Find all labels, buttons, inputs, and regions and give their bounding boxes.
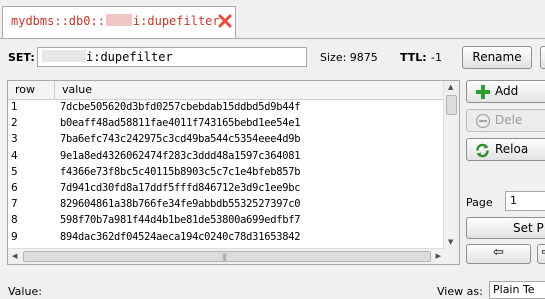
row-number-cell: 3 bbox=[11, 133, 18, 146]
reload-label: Reloa bbox=[495, 142, 529, 156]
grip-icon: ||| bbox=[222, 253, 227, 261]
value-cell[interactable]: 894dac362df04524aeca194c0240c78d31653842 bbox=[60, 231, 300, 243]
value-cell[interactable]: 7ba6efc743c242975c3cd49ba544c5354eee4d9b bbox=[60, 133, 300, 145]
row-number-cell: 7 bbox=[11, 198, 18, 211]
minus-circle-icon bbox=[475, 113, 491, 129]
row-number-cell: 6 bbox=[11, 182, 18, 194]
page-number-input[interactable]: 1 bbox=[505, 191, 545, 211]
key-name-field[interactable]: i:dupefilter bbox=[37, 47, 307, 67]
vertical-scrollbar[interactable]: ▲ ▼ bbox=[443, 81, 459, 249]
tab-bar: mydbms::db0:: i:dupefilter bbox=[0, 0, 545, 39]
view-as-select[interactable]: Plain Te bbox=[489, 281, 545, 299]
row-number-cell: 9 bbox=[11, 230, 18, 243]
tab-key-view[interactable]: mydbms::db0:: i:dupefilter bbox=[2, 6, 236, 38]
set-page-button[interactable]: Set P bbox=[466, 217, 545, 239]
reload-button[interactable]: Reloa bbox=[466, 138, 545, 161]
row-number-cell: 5 bbox=[11, 165, 18, 178]
column-header-row[interactable]: row bbox=[15, 83, 35, 96]
ttl-value: -1 bbox=[431, 51, 442, 64]
table-row[interactable]: 8 598f70b7a981f44d4b1be81de53800a699edfbf… bbox=[8, 213, 445, 229]
row-number-cell: 4 bbox=[11, 149, 18, 162]
key-size-text: Size: 9875 bbox=[320, 51, 378, 64]
table-row[interactable]: 6 7d941cd30fd8a17ddf5fffd846712e3d9c1ee9b… bbox=[8, 181, 445, 197]
arrow-right-icon: ⇨ bbox=[542, 245, 545, 260]
ttl-label: TTL: bbox=[400, 51, 427, 64]
table-row[interactable]: 9 894dac362df04524aeca194c0240c78d3165384… bbox=[8, 230, 445, 246]
scroll-right-arrow-icon[interactable]: ▶ bbox=[436, 253, 441, 260]
plus-icon bbox=[475, 84, 491, 100]
value-cell[interactable]: 598f70b7a981f44d4b1be81de53800a699edfbf7 bbox=[60, 214, 300, 226]
value-cell[interactable]: 7dcbe505620d3bfd0257cbebdab15ddbd5d9b44f bbox=[60, 101, 300, 113]
value-cell[interactable]: 7d941cd30fd8a17ddf5fffd846712e3d9c1ee9bc bbox=[60, 182, 300, 194]
tab-title: mydbms::db0:: i:dupefilter bbox=[11, 14, 220, 28]
ttl-button[interactable] bbox=[540, 46, 545, 69]
scroll-up-arrow-icon[interactable]: ▲ bbox=[448, 84, 453, 91]
table-row[interactable]: 5 f4366e73f8bc5c40115b8903c5c7c1e4bfeb857… bbox=[8, 165, 445, 181]
redacted-segment bbox=[42, 50, 86, 62]
vertical-scroll-thumb[interactable] bbox=[446, 95, 457, 115]
rename-button[interactable]: Rename bbox=[462, 46, 532, 69]
add-row-label: Add bbox=[495, 84, 519, 98]
next-page-button[interactable]: ⇨ bbox=[537, 244, 545, 264]
column-header-value[interactable]: value bbox=[62, 83, 92, 96]
previous-page-button[interactable]: ⇦ bbox=[466, 244, 531, 264]
set-type-label: SET: bbox=[8, 51, 35, 64]
close-icon[interactable] bbox=[217, 13, 233, 29]
table-row[interactable]: 3 7ba6efc743c242975c3cd49ba544c5354eee4d9… bbox=[8, 132, 445, 148]
table-row[interactable]: 1 7dcbe505620d3bfd0257cbebdab15ddbd5d9b44… bbox=[8, 100, 445, 116]
value-cell[interactable]: f4366e73f8bc5c40115b8903c5c7c1e4bfeb857b bbox=[60, 166, 300, 178]
reload-icon bbox=[474, 142, 491, 159]
scroll-left-arrow-icon[interactable]: ◀ bbox=[12, 253, 17, 260]
delete-row-button[interactable]: Dele bbox=[466, 109, 545, 132]
row-number-cell: 8 bbox=[11, 214, 18, 227]
table-header: row value bbox=[8, 81, 445, 100]
row-number-cell: 1 bbox=[11, 101, 18, 113]
value-cell[interactable]: b0eaff48ad58811fae4011f743165bebd1ee54e1 bbox=[60, 117, 300, 129]
horizontal-scrollbar[interactable]: ◀ ||| ▶ bbox=[8, 248, 445, 264]
table-row[interactable]: 2 b0eaff48ad58811fae4011f743165bebd1ee54e… bbox=[8, 116, 445, 132]
delete-row-label: Dele bbox=[495, 113, 523, 127]
value-cell[interactable]: 9e1a8ed4326062474f283c3ddd48a1597c364081 bbox=[60, 150, 300, 162]
value-label: Value: bbox=[8, 285, 42, 298]
horizontal-scroll-thumb[interactable]: ||| bbox=[23, 251, 431, 262]
table-row[interactable]: 4 9e1a8ed4326062474f283c3ddd48a1597c36408… bbox=[8, 149, 445, 165]
arrow-left-icon: ⇦ bbox=[493, 245, 504, 260]
scroll-down-arrow-icon[interactable]: ▼ bbox=[448, 239, 453, 246]
column-divider[interactable] bbox=[54, 81, 55, 99]
value-cell[interactable]: 829604861a38b766fe34fe9abbdb5532527397c0 bbox=[60, 198, 300, 210]
view-as-label: View as: bbox=[437, 285, 483, 298]
row-number-cell: 2 bbox=[11, 117, 18, 130]
page-label: Page bbox=[466, 196, 493, 209]
scroll-corner bbox=[444, 249, 459, 264]
values-table: row value 1 7dcbe505620d3bfd0257cbebdab15… bbox=[7, 80, 460, 265]
redacted-segment bbox=[105, 14, 132, 26]
add-row-button[interactable]: Add bbox=[466, 80, 545, 103]
table-row[interactable]: 7 829604861a38b766fe34fe9abbdb5532527397c… bbox=[8, 197, 445, 213]
